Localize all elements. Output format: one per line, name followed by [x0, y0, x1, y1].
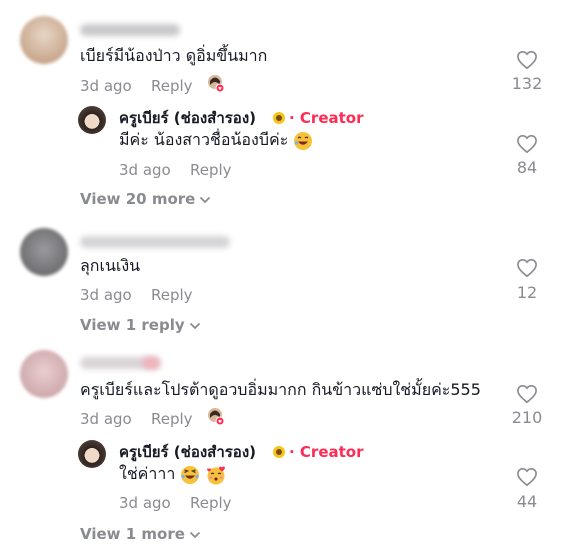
creator-badge: · Creator — [289, 109, 364, 127]
reply-text: ใช่ค่าาา — [119, 464, 176, 483]
comment-text: ลุกเนเงิน — [80, 256, 141, 275]
creator-avatar[interactable] — [78, 440, 106, 468]
view-more-label: View 20 more — [80, 190, 196, 208]
kiss-emoji — [206, 466, 225, 484]
laughing-emoji — [294, 131, 313, 150]
reply-button[interactable]: Reply — [190, 494, 232, 512]
view-more-label: View 1 reply — [80, 316, 185, 334]
author-liked-avatar-icon — [208, 408, 224, 426]
blurred-username[interactable] — [80, 236, 230, 248]
reply-time: 3d ago — [119, 161, 171, 179]
reply-button[interactable]: Reply — [190, 161, 232, 179]
author-liked-avatar-icon — [208, 75, 224, 93]
laughing-emoji — [181, 465, 200, 484]
heart-outline-icon[interactable] — [516, 134, 538, 154]
avatar[interactable] — [20, 228, 68, 276]
like-count: 84 — [516, 158, 538, 177]
reply-button[interactable]: Reply — [151, 410, 193, 428]
reply-button[interactable]: Reply — [151, 77, 193, 95]
sunflower-icon — [273, 112, 285, 124]
view-more-replies-button[interactable]: View 20 more — [80, 190, 211, 208]
chevron-down-icon — [200, 196, 211, 203]
heart-outline-icon[interactable] — [516, 50, 538, 70]
reply-text: มีค่ะ น้องสาวชื่อน้องบีค่ะ — [119, 130, 289, 149]
reply-text-wrap: มีค่ะ น้องสาวชื่อน้องบีค่ะ — [119, 130, 313, 151]
sunflower-icon — [273, 446, 285, 458]
blurred-username[interactable] — [80, 24, 180, 36]
avatar[interactable] — [20, 16, 68, 64]
chevron-down-icon — [189, 531, 201, 538]
reply-button[interactable]: Reply — [151, 286, 193, 304]
like-count: 44 — [516, 492, 538, 511]
reply-text-wrap: ใช่ค่าาา — [119, 464, 226, 485]
comment-time: 3d ago — [80, 286, 132, 304]
comment-text: ครูเบียร์และโปรต้าดูอวบอิ่มมากก กินข้าวแ… — [80, 380, 481, 399]
like-count: 12 — [516, 283, 538, 302]
reply-time: 3d ago — [119, 494, 171, 512]
blurred-username-emoji — [142, 357, 160, 369]
heart-outline-icon[interactable] — [516, 384, 538, 404]
creator-avatar[interactable] — [78, 106, 106, 134]
comment-time: 3d ago — [80, 77, 132, 95]
creator-badge: · Creator — [289, 443, 364, 461]
creator-username[interactable]: ครูเบียร์ (ช่องสำรอง) — [119, 443, 256, 461]
heart-outline-icon[interactable] — [516, 258, 538, 278]
view-more-label: View 1 more — [80, 525, 185, 543]
view-more-replies-button[interactable]: View 1 more — [80, 525, 201, 543]
avatar[interactable] — [20, 350, 68, 398]
comment-text: เบียร์มีน้องป่าว ดูอิ่มขึ้นมาก — [80, 46, 268, 65]
chevron-down-icon — [189, 322, 200, 329]
creator-username[interactable]: ครูเบียร์ (ช่องสำรอง) — [119, 109, 256, 127]
like-count: 132 — [511, 74, 543, 93]
comment-time: 3d ago — [80, 410, 132, 428]
heart-outline-icon[interactable] — [516, 467, 538, 487]
like-count: 210 — [511, 408, 543, 427]
view-more-replies-button[interactable]: View 1 reply — [80, 316, 201, 334]
